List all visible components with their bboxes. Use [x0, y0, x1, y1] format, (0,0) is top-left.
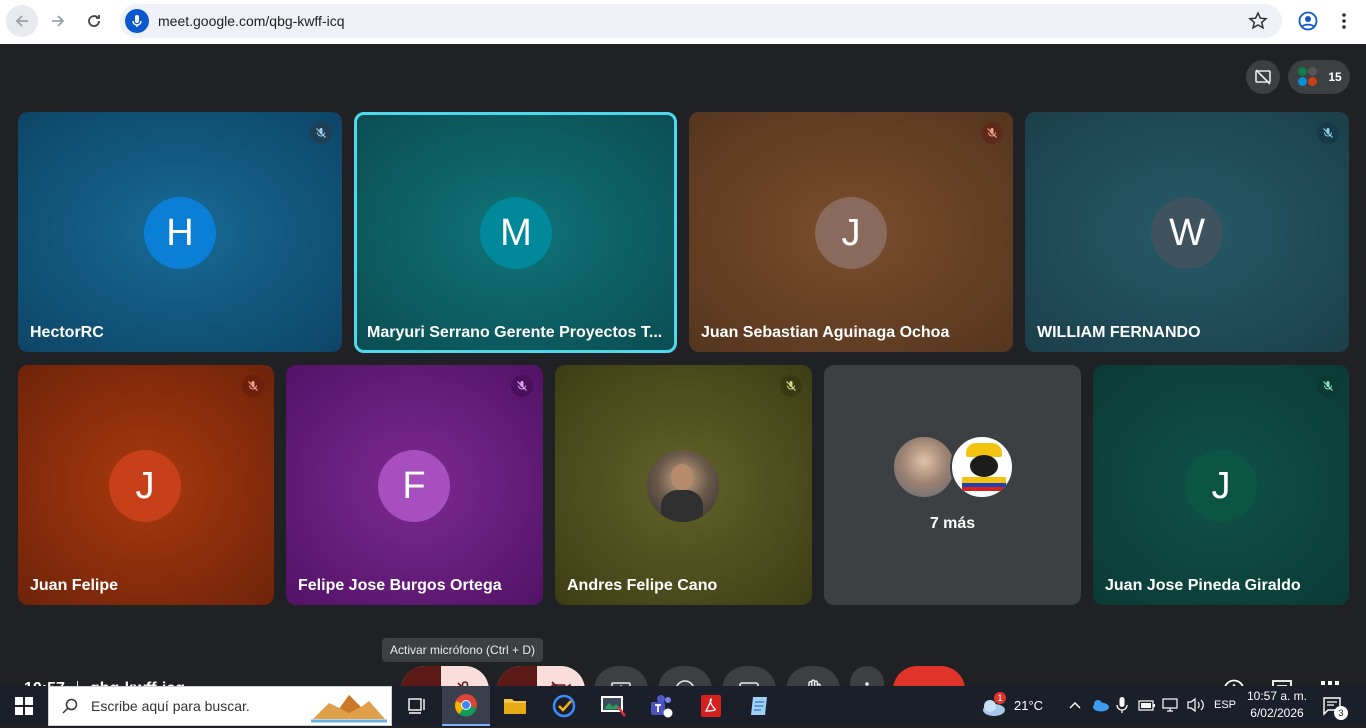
acrobat-button[interactable]	[687, 686, 735, 726]
meet-stage: 15 H HectorRC M Maryuri Serrano Gerente …	[0, 44, 1366, 714]
microphone-indicator-icon[interactable]	[125, 9, 149, 33]
mic-off-icon	[1317, 375, 1339, 397]
system-clock[interactable]: 10:57 a. m. 6/02/2026	[1242, 689, 1312, 720]
participant-name: Maryuri Serrano Gerente Proyectos T...	[367, 324, 663, 341]
mic-off-icon	[242, 375, 264, 397]
participant-tile-speaking[interactable]: M Maryuri Serrano Gerente Proyectos T...	[354, 112, 677, 353]
participant-tile[interactable]: H HectorRC	[18, 112, 342, 352]
participant-avatar: J	[109, 450, 181, 522]
mic-off-icon	[1317, 122, 1339, 144]
participant-tile[interactable]: J Juan Sebastian Aguinaga Ochoa	[689, 112, 1013, 352]
participant-tile[interactable]: J Juan Jose Pineda Giraldo	[1093, 365, 1349, 605]
participant-tile[interactable]: F Felipe Jose Burgos Ortega	[286, 365, 543, 605]
forward-button[interactable]	[42, 5, 74, 37]
participant-name: Juan Sebastian Aguinaga Ochoa	[701, 324, 950, 341]
start-button[interactable]	[0, 686, 48, 726]
notifications-button[interactable]: 3	[1322, 696, 1348, 721]
participant-name: Felipe Jose Burgos Ortega	[298, 577, 502, 594]
participant-avatar: W	[1151, 197, 1223, 269]
participant-photo-avatar	[647, 450, 719, 522]
onedrive-icon[interactable]	[1090, 698, 1110, 717]
profile-icon[interactable]	[1298, 11, 1318, 36]
more-participants-label: 7 más	[929, 515, 976, 532]
back-button[interactable]	[6, 5, 38, 37]
mic-off-icon	[780, 375, 802, 397]
battery-icon[interactable]	[1138, 698, 1156, 717]
search-placeholder: Escribe aquí para buscar.	[91, 698, 250, 714]
microphone-tray-icon[interactable]	[1116, 696, 1128, 719]
clock-time: 10:57 a. m.	[1246, 689, 1308, 703]
bookmark-star-icon[interactable]	[1248, 11, 1268, 36]
participant-avatar: J	[1185, 450, 1257, 522]
chevron-up-icon	[1069, 702, 1081, 709]
more-participants-tile[interactable]: 7 más	[824, 365, 1081, 605]
weather-badge: 1	[994, 692, 1006, 704]
participant-name: WILLIAM FERNANDO	[1037, 324, 1201, 341]
pdf-icon	[701, 695, 721, 717]
participant-count: 15	[1328, 70, 1342, 84]
teams-button[interactable]: 1	[638, 686, 686, 726]
notes-app-button[interactable]	[736, 686, 784, 726]
input-language[interactable]: ESP	[1214, 699, 1236, 711]
self-view-off-icon	[1255, 69, 1271, 85]
more-participant-photo	[892, 435, 956, 499]
image-app-icon	[601, 696, 626, 717]
file-explorer-button[interactable]	[491, 686, 539, 726]
mic-off-icon	[511, 375, 533, 397]
back-arrow-icon	[15, 15, 28, 27]
participants-avatars-icon	[1296, 65, 1320, 89]
task-view-icon	[408, 698, 425, 714]
volume-icon[interactable]	[1186, 697, 1206, 718]
reload-button[interactable]	[78, 5, 110, 37]
notes-icon	[751, 697, 767, 715]
address-bar[interactable]: meet.google.com/qbg-kwff-icq	[120, 4, 1282, 38]
taskbar-search[interactable]: Escribe aquí para buscar.	[48, 686, 392, 726]
teams-badge: 1	[666, 708, 672, 719]
top-right-controls: 15	[1246, 60, 1350, 94]
url-text: meet.google.com/qbg-kwff-icq	[158, 13, 345, 29]
folder-icon	[504, 699, 526, 714]
snipping-tool-button[interactable]	[589, 686, 637, 726]
mic-off-icon	[310, 122, 332, 144]
network-icon[interactable]	[1162, 697, 1180, 718]
windows-taskbar: Escribe aquí para buscar. 1 1 21°C ESP 1…	[0, 686, 1366, 726]
participant-avatar: F	[378, 450, 450, 522]
temperature[interactable]: 21°C	[1014, 698, 1043, 713]
clock-date: 6/02/2026	[1250, 706, 1304, 720]
weather-icon[interactable]: 1	[980, 692, 1010, 720]
todo-app-button[interactable]	[540, 686, 588, 726]
participant-avatar: H	[144, 197, 216, 269]
hide-self-view-button[interactable]	[1246, 60, 1280, 94]
search-icon	[62, 698, 78, 714]
participants-button[interactable]: 15	[1288, 60, 1350, 94]
mic-off-icon	[981, 122, 1003, 144]
checkmark-app-icon	[552, 694, 576, 718]
participant-tile[interactable]: J Juan Felipe	[18, 365, 274, 605]
penguin-avatar-icon	[950, 435, 1014, 499]
chrome-taskbar-button[interactable]	[442, 686, 490, 726]
participant-name: Andres Felipe Cano	[567, 577, 718, 594]
participant-name: Juan Felipe	[30, 577, 119, 594]
notification-count: 3	[1334, 706, 1348, 720]
search-highlight-image	[311, 689, 387, 723]
browser-toolbar: meet.google.com/qbg-kwff-icq	[0, 0, 1366, 44]
windows-logo-icon	[15, 697, 33, 715]
mic-tooltip: Activar micrófono (Ctrl + D)	[382, 638, 544, 662]
show-hidden-icons-button[interactable]	[1068, 698, 1082, 717]
participant-name: HectorRC	[30, 324, 104, 341]
participant-tile[interactable]: Andres Felipe Cano	[555, 365, 812, 605]
forward-arrow-icon	[52, 15, 65, 27]
reload-icon	[88, 15, 100, 27]
browser-menu-icon[interactable]	[1336, 11, 1352, 36]
participant-avatar: J	[815, 197, 887, 269]
participant-tile[interactable]: W WILLIAM FERNANDO	[1025, 112, 1349, 352]
participant-avatar: M	[480, 197, 552, 269]
chrome-icon	[455, 694, 477, 717]
task-view-button[interactable]	[392, 686, 440, 726]
participant-name: Juan Jose Pineda Giraldo	[1105, 577, 1301, 594]
